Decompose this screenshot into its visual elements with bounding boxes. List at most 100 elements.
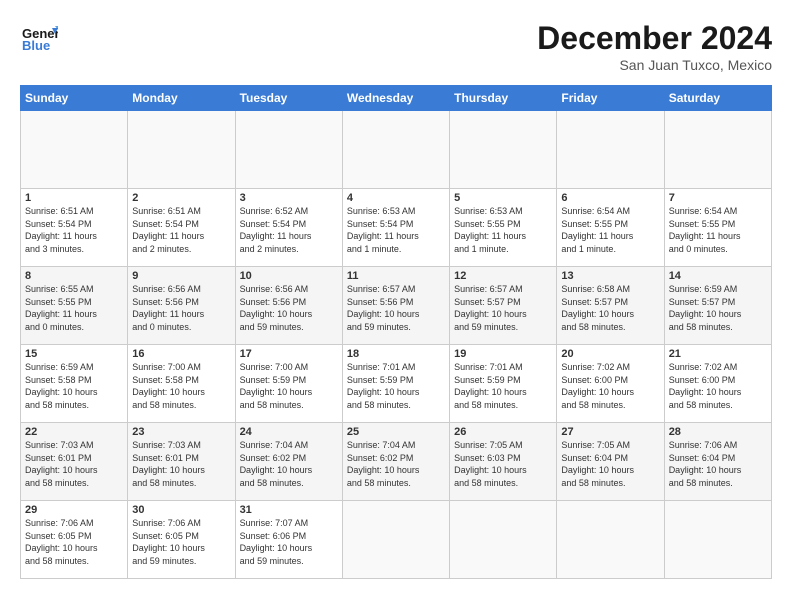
title-block: December 2024 San Juan Tuxco, Mexico xyxy=(537,20,772,73)
calendar-cell: 22Sunrise: 7:03 AMSunset: 6:01 PMDayligh… xyxy=(21,423,128,501)
calendar-cell: 14Sunrise: 6:59 AMSunset: 5:57 PMDayligh… xyxy=(664,267,771,345)
cell-info: Sunrise: 7:06 AMSunset: 6:04 PMDaylight:… xyxy=(669,439,767,489)
calendar-cell: 18Sunrise: 7:01 AMSunset: 5:59 PMDayligh… xyxy=(342,345,449,423)
calendar-cell: 19Sunrise: 7:01 AMSunset: 5:59 PMDayligh… xyxy=(450,345,557,423)
day-number: 29 xyxy=(25,504,123,516)
col-header-friday: Friday xyxy=(557,86,664,111)
calendar-cell: 11Sunrise: 6:57 AMSunset: 5:56 PMDayligh… xyxy=(342,267,449,345)
cell-info: Sunrise: 6:54 AMSunset: 5:55 PMDaylight:… xyxy=(669,205,767,255)
col-header-saturday: Saturday xyxy=(664,86,771,111)
calendar-cell: 2Sunrise: 6:51 AMSunset: 5:54 PMDaylight… xyxy=(128,189,235,267)
calendar-cell: 12Sunrise: 6:57 AMSunset: 5:57 PMDayligh… xyxy=(450,267,557,345)
day-number: 24 xyxy=(240,426,338,438)
cell-info: Sunrise: 7:06 AMSunset: 6:05 PMDaylight:… xyxy=(25,517,123,567)
calendar-cell xyxy=(21,111,128,189)
day-number: 31 xyxy=(240,504,338,516)
calendar-cell: 24Sunrise: 7:04 AMSunset: 6:02 PMDayligh… xyxy=(235,423,342,501)
calendar-cell: 25Sunrise: 7:04 AMSunset: 6:02 PMDayligh… xyxy=(342,423,449,501)
logo-icon: General Blue xyxy=(20,20,58,58)
calendar-cell: 16Sunrise: 7:00 AMSunset: 5:58 PMDayligh… xyxy=(128,345,235,423)
cell-info: Sunrise: 6:53 AMSunset: 5:54 PMDaylight:… xyxy=(347,205,445,255)
calendar-cell xyxy=(557,111,664,189)
calendar-cell: 4Sunrise: 6:53 AMSunset: 5:54 PMDaylight… xyxy=(342,189,449,267)
day-number: 15 xyxy=(25,348,123,360)
calendar-cell: 8Sunrise: 6:55 AMSunset: 5:55 PMDaylight… xyxy=(21,267,128,345)
calendar-cell: 29Sunrise: 7:06 AMSunset: 6:05 PMDayligh… xyxy=(21,501,128,579)
logo: General Blue xyxy=(20,20,58,58)
day-number: 10 xyxy=(240,270,338,282)
cell-info: Sunrise: 6:51 AMSunset: 5:54 PMDaylight:… xyxy=(132,205,230,255)
day-number: 20 xyxy=(561,348,659,360)
location: San Juan Tuxco, Mexico xyxy=(537,57,772,73)
cell-info: Sunrise: 7:06 AMSunset: 6:05 PMDaylight:… xyxy=(132,517,230,567)
calendar-cell: 9Sunrise: 6:56 AMSunset: 5:56 PMDaylight… xyxy=(128,267,235,345)
calendar-cell: 1Sunrise: 6:51 AMSunset: 5:54 PMDaylight… xyxy=(21,189,128,267)
cell-info: Sunrise: 6:54 AMSunset: 5:55 PMDaylight:… xyxy=(561,205,659,255)
cell-info: Sunrise: 7:02 AMSunset: 6:00 PMDaylight:… xyxy=(561,361,659,411)
cell-info: Sunrise: 6:57 AMSunset: 5:57 PMDaylight:… xyxy=(454,283,552,333)
cell-info: Sunrise: 6:59 AMSunset: 5:57 PMDaylight:… xyxy=(669,283,767,333)
calendar-cell: 7Sunrise: 6:54 AMSunset: 5:55 PMDaylight… xyxy=(664,189,771,267)
day-number: 2 xyxy=(132,192,230,204)
col-header-tuesday: Tuesday xyxy=(235,86,342,111)
day-number: 14 xyxy=(669,270,767,282)
day-number: 1 xyxy=(25,192,123,204)
calendar-cell: 30Sunrise: 7:06 AMSunset: 6:05 PMDayligh… xyxy=(128,501,235,579)
cell-info: Sunrise: 6:57 AMSunset: 5:56 PMDaylight:… xyxy=(347,283,445,333)
day-number: 30 xyxy=(132,504,230,516)
header: General Blue December 2024 San Juan Tuxc… xyxy=(20,20,772,73)
cell-info: Sunrise: 6:51 AMSunset: 5:54 PMDaylight:… xyxy=(25,205,123,255)
calendar-cell xyxy=(128,111,235,189)
cell-info: Sunrise: 7:00 AMSunset: 5:59 PMDaylight:… xyxy=(240,361,338,411)
month-title: December 2024 xyxy=(537,20,772,57)
cell-info: Sunrise: 7:07 AMSunset: 6:06 PMDaylight:… xyxy=(240,517,338,567)
cell-info: Sunrise: 7:05 AMSunset: 6:03 PMDaylight:… xyxy=(454,439,552,489)
calendar-table: SundayMondayTuesdayWednesdayThursdayFrid… xyxy=(20,85,772,579)
calendar-cell: 21Sunrise: 7:02 AMSunset: 6:00 PMDayligh… xyxy=(664,345,771,423)
col-header-sunday: Sunday xyxy=(21,86,128,111)
cell-info: Sunrise: 6:52 AMSunset: 5:54 PMDaylight:… xyxy=(240,205,338,255)
calendar-cell: 15Sunrise: 6:59 AMSunset: 5:58 PMDayligh… xyxy=(21,345,128,423)
cell-info: Sunrise: 7:01 AMSunset: 5:59 PMDaylight:… xyxy=(454,361,552,411)
day-number: 19 xyxy=(454,348,552,360)
cell-info: Sunrise: 7:03 AMSunset: 6:01 PMDaylight:… xyxy=(132,439,230,489)
cell-info: Sunrise: 7:05 AMSunset: 6:04 PMDaylight:… xyxy=(561,439,659,489)
day-number: 6 xyxy=(561,192,659,204)
day-number: 5 xyxy=(454,192,552,204)
cell-info: Sunrise: 7:02 AMSunset: 6:00 PMDaylight:… xyxy=(669,361,767,411)
day-number: 9 xyxy=(132,270,230,282)
calendar-cell: 5Sunrise: 6:53 AMSunset: 5:55 PMDaylight… xyxy=(450,189,557,267)
cell-info: Sunrise: 6:55 AMSunset: 5:55 PMDaylight:… xyxy=(25,283,123,333)
calendar-cell: 26Sunrise: 7:05 AMSunset: 6:03 PMDayligh… xyxy=(450,423,557,501)
day-number: 11 xyxy=(347,270,445,282)
col-header-monday: Monday xyxy=(128,86,235,111)
calendar-cell: 27Sunrise: 7:05 AMSunset: 6:04 PMDayligh… xyxy=(557,423,664,501)
calendar-cell xyxy=(557,501,664,579)
col-header-thursday: Thursday xyxy=(450,86,557,111)
calendar-cell: 31Sunrise: 7:07 AMSunset: 6:06 PMDayligh… xyxy=(235,501,342,579)
calendar-cell: 13Sunrise: 6:58 AMSunset: 5:57 PMDayligh… xyxy=(557,267,664,345)
day-number: 22 xyxy=(25,426,123,438)
day-number: 17 xyxy=(240,348,338,360)
calendar-cell xyxy=(450,501,557,579)
cell-info: Sunrise: 6:53 AMSunset: 5:55 PMDaylight:… xyxy=(454,205,552,255)
calendar-cell xyxy=(342,501,449,579)
calendar-cell xyxy=(664,111,771,189)
cell-info: Sunrise: 7:00 AMSunset: 5:58 PMDaylight:… xyxy=(132,361,230,411)
cell-info: Sunrise: 6:56 AMSunset: 5:56 PMDaylight:… xyxy=(240,283,338,333)
day-number: 16 xyxy=(132,348,230,360)
cell-info: Sunrise: 7:04 AMSunset: 6:02 PMDaylight:… xyxy=(240,439,338,489)
calendar-cell: 20Sunrise: 7:02 AMSunset: 6:00 PMDayligh… xyxy=(557,345,664,423)
page: General Blue December 2024 San Juan Tuxc… xyxy=(0,0,792,612)
day-number: 18 xyxy=(347,348,445,360)
day-number: 28 xyxy=(669,426,767,438)
cell-info: Sunrise: 6:56 AMSunset: 5:56 PMDaylight:… xyxy=(132,283,230,333)
calendar-cell: 3Sunrise: 6:52 AMSunset: 5:54 PMDaylight… xyxy=(235,189,342,267)
calendar-cell xyxy=(450,111,557,189)
calendar-cell xyxy=(664,501,771,579)
calendar-cell xyxy=(342,111,449,189)
svg-text:Blue: Blue xyxy=(22,38,50,53)
day-number: 4 xyxy=(347,192,445,204)
day-number: 7 xyxy=(669,192,767,204)
calendar-cell: 6Sunrise: 6:54 AMSunset: 5:55 PMDaylight… xyxy=(557,189,664,267)
